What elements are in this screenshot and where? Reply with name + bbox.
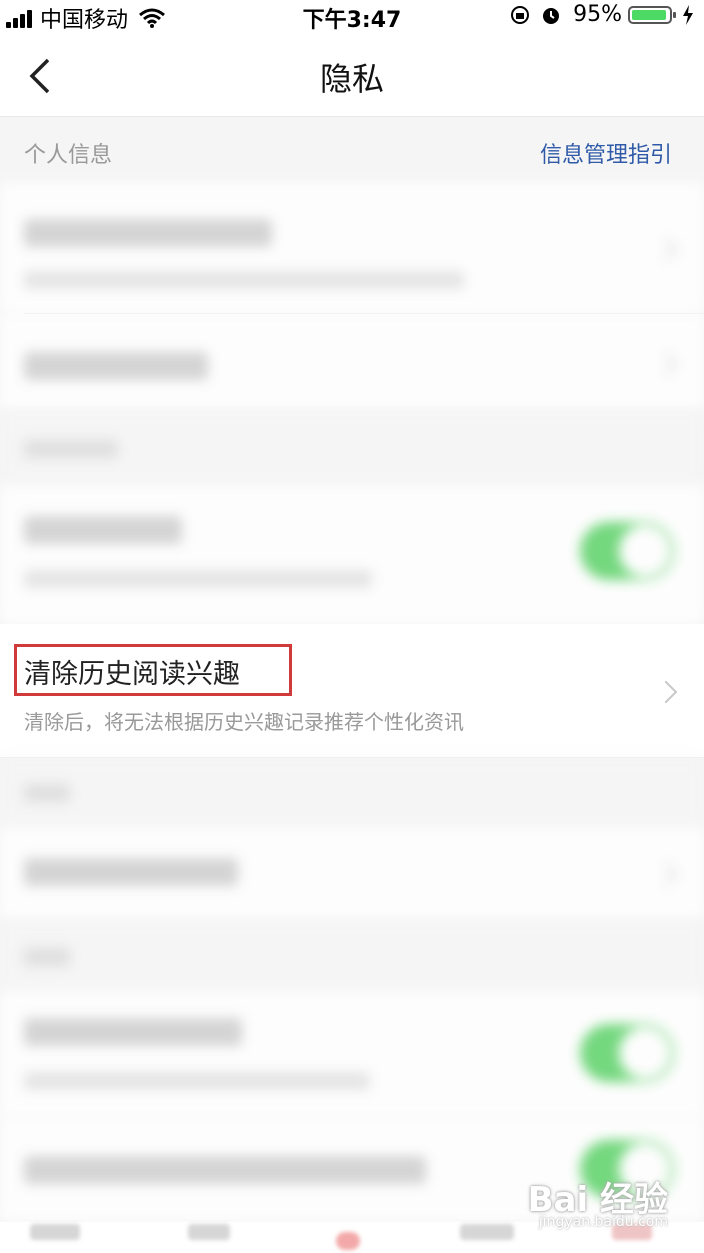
blurred-title-2 xyxy=(24,352,208,380)
status-bar: 中国移动 下午3:47 95% xyxy=(0,0,704,34)
status-right: 95% xyxy=(509,2,694,27)
highlight-annotation-box xyxy=(14,644,292,696)
blurred-title-6 xyxy=(24,1156,426,1184)
chevron-right-icon xyxy=(654,352,678,376)
toggle-switch-2[interactable] xyxy=(580,1024,674,1082)
alarm-icon xyxy=(543,7,560,24)
chevron-right-icon xyxy=(654,680,678,704)
blurred-toggle-row-2 xyxy=(0,992,704,1118)
page-title: 隐私 xyxy=(319,60,384,98)
blurred-section-title-1 xyxy=(24,440,118,458)
tab-item-3[interactable] xyxy=(460,1224,514,1240)
personalized-toggle-switch[interactable] xyxy=(580,522,674,580)
clear-history-description: 清除后，将无法根据历史兴趣记录推荐个性化资讯 xyxy=(24,710,464,734)
blurred-title-1 xyxy=(24,219,272,247)
blurred-section-title-2 xyxy=(24,784,70,802)
blurred-title-5 xyxy=(24,1018,242,1046)
tab-item-2[interactable] xyxy=(188,1224,230,1240)
watermark-url: jingyan.baidu.com xyxy=(538,1214,668,1230)
info-management-guide-link[interactable]: 信息管理指引 xyxy=(540,137,672,169)
chevron-right-icon xyxy=(654,237,678,261)
rotation-lock-icon xyxy=(511,5,530,24)
blurred-section-title-3 xyxy=(24,948,70,966)
blurred-title-3 xyxy=(24,516,182,544)
blurred-setting-row-1[interactable] xyxy=(0,183,704,313)
charging-icon xyxy=(683,4,693,25)
blurred-desc-3 xyxy=(24,570,372,588)
toggle-knob xyxy=(619,525,671,577)
battery-icon xyxy=(628,5,676,24)
blurred-title-4 xyxy=(24,858,238,886)
chevron-right-icon xyxy=(654,862,678,886)
blurred-section-header-2 xyxy=(0,758,704,828)
blurred-desc-1 xyxy=(24,271,464,289)
nav-bar: 隐私 xyxy=(0,34,704,117)
tab-item-1[interactable] xyxy=(30,1224,80,1240)
section-title-personal-info: 个人信息 xyxy=(24,143,113,168)
tab-item-center[interactable] xyxy=(336,1232,360,1250)
section-personal-info: 个人信息 信息管理指引 xyxy=(0,117,704,183)
blurred-setting-row-2[interactable] xyxy=(0,314,704,410)
battery-fill xyxy=(632,9,666,20)
battery-percent: 95% xyxy=(573,2,622,27)
blurred-section-header-1 xyxy=(0,410,704,486)
blurred-setting-row-3[interactable] xyxy=(0,828,704,920)
blurred-section-header-3 xyxy=(0,920,704,992)
blurred-toggle-row-1 xyxy=(0,486,704,624)
blurred-desc-5 xyxy=(24,1072,370,1090)
toggle-knob xyxy=(619,1027,671,1079)
